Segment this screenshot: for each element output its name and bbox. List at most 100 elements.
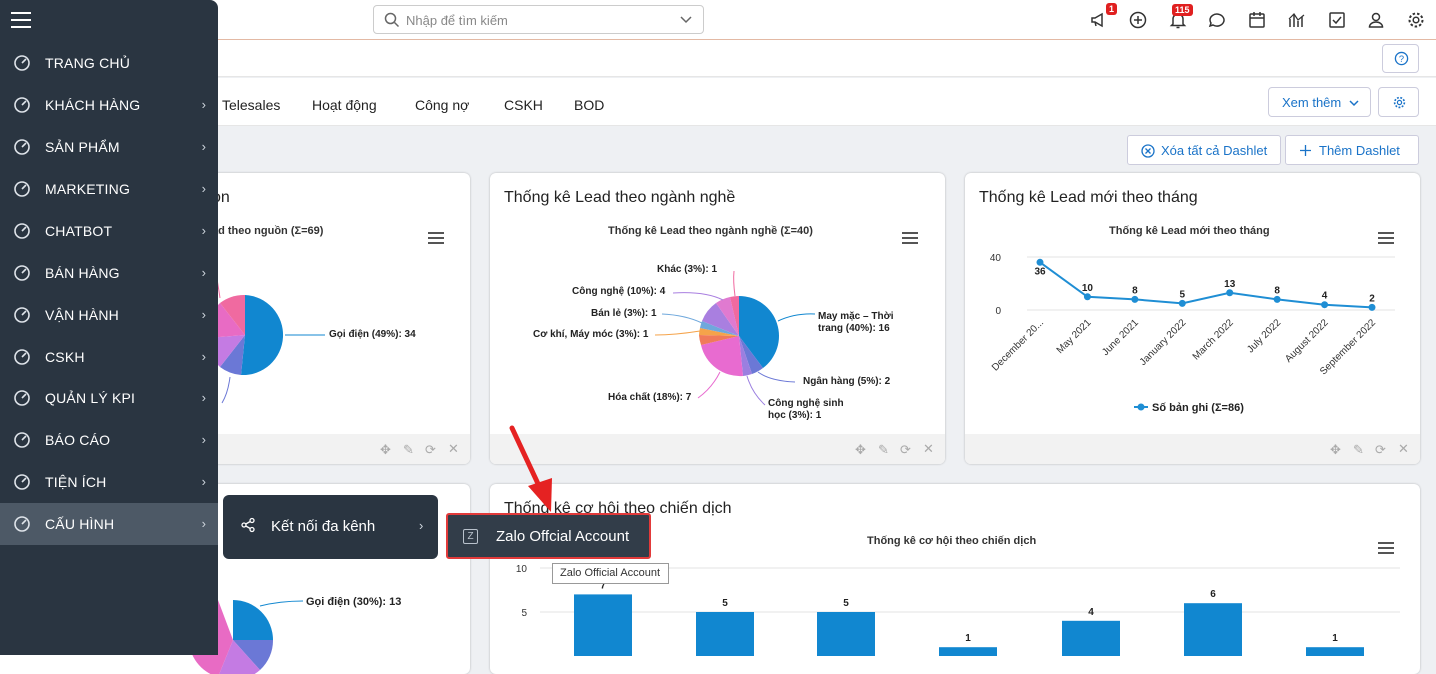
sidebar-item-label: CẤU HÌNH <box>45 516 115 532</box>
task-check-icon[interactable] <box>1327 10 1347 30</box>
data-label: 5 <box>1180 289 1186 300</box>
sidebar-item-label: KHÁCH HÀNG <box>45 97 141 113</box>
close-icon[interactable]: ✕ <box>448 441 459 457</box>
refresh-icon[interactable]: ⟳ <box>425 442 436 458</box>
red-arrow-annotation <box>509 425 552 512</box>
dashboard-settings-button[interactable] <box>1378 87 1419 117</box>
chevron-right-icon: › <box>201 97 206 112</box>
report-icon <box>14 432 30 448</box>
chart-icon[interactable] <box>1287 10 1307 30</box>
close-icon[interactable]: ✕ <box>1398 441 1409 457</box>
sidebar-item-chatbot[interactable]: CHATBOT › <box>0 210 218 252</box>
pie-label: Bán lẻ (3%): 1 <box>591 308 657 319</box>
gear-icon <box>1393 96 1406 109</box>
data-label: 2 <box>1369 293 1375 304</box>
edit-icon[interactable]: ✎ <box>403 442 414 458</box>
data-point <box>1036 258 1044 266</box>
user-icon[interactable] <box>1366 10 1386 30</box>
gears-icon <box>14 307 30 323</box>
announce-badge: 1 <box>1106 3 1118 15</box>
help-button[interactable]: ? <box>1382 44 1419 73</box>
sidebar-item-products[interactable]: SẢN PHẨM › <box>0 126 218 168</box>
edit-icon[interactable]: ✎ <box>878 442 889 458</box>
data-point <box>1226 289 1234 297</box>
chevron-right-icon: › <box>201 390 206 405</box>
chevron-down-icon[interactable] <box>679 12 693 26</box>
x-tick-label: July 2022 <box>1245 317 1283 355</box>
calendar-icon[interactable] <box>1247 10 1267 30</box>
line-chart-monthly: 0 40 36 10 8 5 13 8 4 2 December 20... May 2021 June… <box>990 253 1395 414</box>
chevron-right-icon: › <box>201 432 206 447</box>
tab-telesales[interactable]: Telesales <box>222 97 280 113</box>
data-label: 13 <box>1224 279 1236 290</box>
zalo-label: Zalo Offcial Account <box>496 528 630 545</box>
legend-marker <box>1137 403 1145 411</box>
chevron-right-icon: › <box>419 518 424 533</box>
chat-icon[interactable] <box>1207 10 1227 30</box>
tab-debt[interactable]: Công nợ <box>415 97 469 113</box>
chevron-right-icon: › <box>201 265 206 280</box>
move-icon[interactable]: ✥ <box>1330 442 1341 458</box>
close-circle-icon <box>1141 144 1155 158</box>
card-footer: ✥ ✎ ⟳ ✕ <box>965 434 1420 464</box>
move-icon[interactable]: ✥ <box>855 442 866 458</box>
hamburger-menu-icon[interactable] <box>10 10 32 30</box>
sidebar-item-cskh[interactable]: CSKH › <box>0 336 218 378</box>
more-tabs-button[interactable]: Xem thêm <box>1268 87 1371 117</box>
robot-icon <box>14 223 30 239</box>
x-tick-label: August 2022 <box>1283 317 1331 365</box>
submenu-item-multichannel[interactable]: Kết nối đa kênh <box>271 518 375 535</box>
data-label: 6 <box>1210 589 1216 600</box>
gear-icon[interactable] <box>1406 10 1426 30</box>
move-icon[interactable]: ✥ <box>380 442 391 458</box>
sidebar-item-reports[interactable]: BÁO CÁO › <box>0 419 218 461</box>
pie-label: Công nghệ sinh <box>768 398 844 409</box>
sidebar-item-customers[interactable]: KHÁCH HÀNG › <box>0 84 218 126</box>
data-point <box>1368 303 1376 311</box>
search-input[interactable]: Nhập để tìm kiếm <box>373 5 704 34</box>
sidebar-item-home[interactable]: TRANG CHỦ <box>0 42 218 84</box>
y-tick-label: 0 <box>995 306 1001 317</box>
sidebar-item-marketing[interactable]: MARKETING › <box>0 168 218 210</box>
sidebar-item-sales[interactable]: BÁN HÀNG › <box>0 252 218 294</box>
search-icon <box>384 12 400 28</box>
chevron-right-icon: › <box>201 349 206 364</box>
pie-label: Gọi điện (30%): 13 <box>306 596 402 608</box>
data-label: 10 <box>1082 283 1094 294</box>
add-dashlet-button[interactable]: Thêm Dashlet <box>1285 135 1419 165</box>
users-icon <box>14 97 30 113</box>
tab-bod[interactable]: BOD <box>574 97 604 113</box>
dashboard-icon <box>14 55 30 71</box>
tab-activity[interactable]: Hoạt động <box>312 97 377 113</box>
plus-icon <box>1300 145 1311 156</box>
data-point <box>1178 299 1186 307</box>
close-icon[interactable]: ✕ <box>923 441 934 457</box>
y-tick-label: 10 <box>516 564 528 575</box>
chevron-right-icon: › <box>201 307 206 322</box>
sidebar-item-utilities[interactable]: TIỆN ÍCH › <box>0 461 218 503</box>
refresh-icon[interactable]: ⟳ <box>1375 442 1386 458</box>
megaphone-icon <box>14 181 30 197</box>
data-label: 5 <box>843 598 849 609</box>
speedometer-icon <box>14 390 30 406</box>
pie-label: Công nghệ (10%): 4 <box>572 286 666 297</box>
refresh-icon[interactable]: ⟳ <box>900 442 911 458</box>
y-tick-label: 40 <box>990 253 1002 264</box>
sidebar-item-label: CSKH <box>45 349 85 365</box>
sidebar-item-label: SẢN PHẨM <box>45 139 120 155</box>
lifebuoy-icon <box>14 349 30 365</box>
clear-dashlets-button[interactable]: Xóa tất cả Dashlet <box>1127 135 1281 165</box>
sidebar-item-kpi[interactable]: QUẢN LÝ KPI › <box>0 377 218 419</box>
sidebar-item-label: MARKETING <box>45 181 131 197</box>
zalo-icon: Z <box>463 529 478 544</box>
tab-cskh[interactable]: CSKH <box>504 97 543 113</box>
pie-label: trang (40%): 16 <box>818 323 890 334</box>
sidebar-item-operations[interactable]: VẬN HÀNH › <box>0 294 218 336</box>
add-dashlet-label: Thêm Dashlet <box>1319 143 1400 158</box>
add-circle-icon[interactable] <box>1128 10 1148 30</box>
sidebar-item-config[interactable]: CẤU HÌNH › <box>0 503 218 545</box>
data-label: 1 <box>1332 633 1338 644</box>
help-icon: ? <box>1394 51 1409 66</box>
edit-icon[interactable]: ✎ <box>1353 442 1364 458</box>
bar <box>817 612 875 656</box>
